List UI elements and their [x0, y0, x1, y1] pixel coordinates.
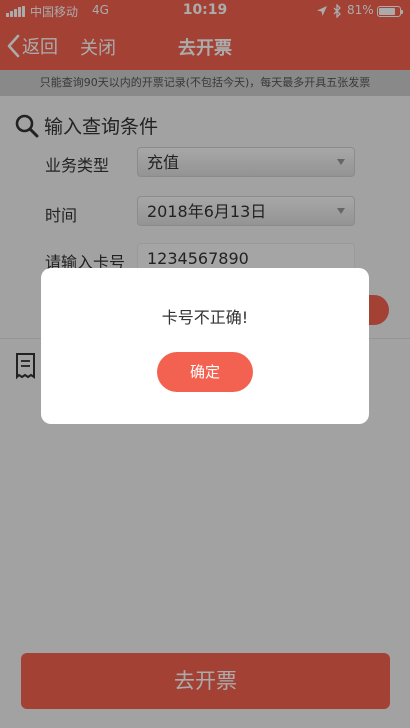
alert-dialog: 卡号不正确! 确定	[41, 268, 369, 424]
dialog-message: 卡号不正确!	[161, 308, 249, 327]
confirm-button[interactable]: 确定	[157, 352, 253, 392]
